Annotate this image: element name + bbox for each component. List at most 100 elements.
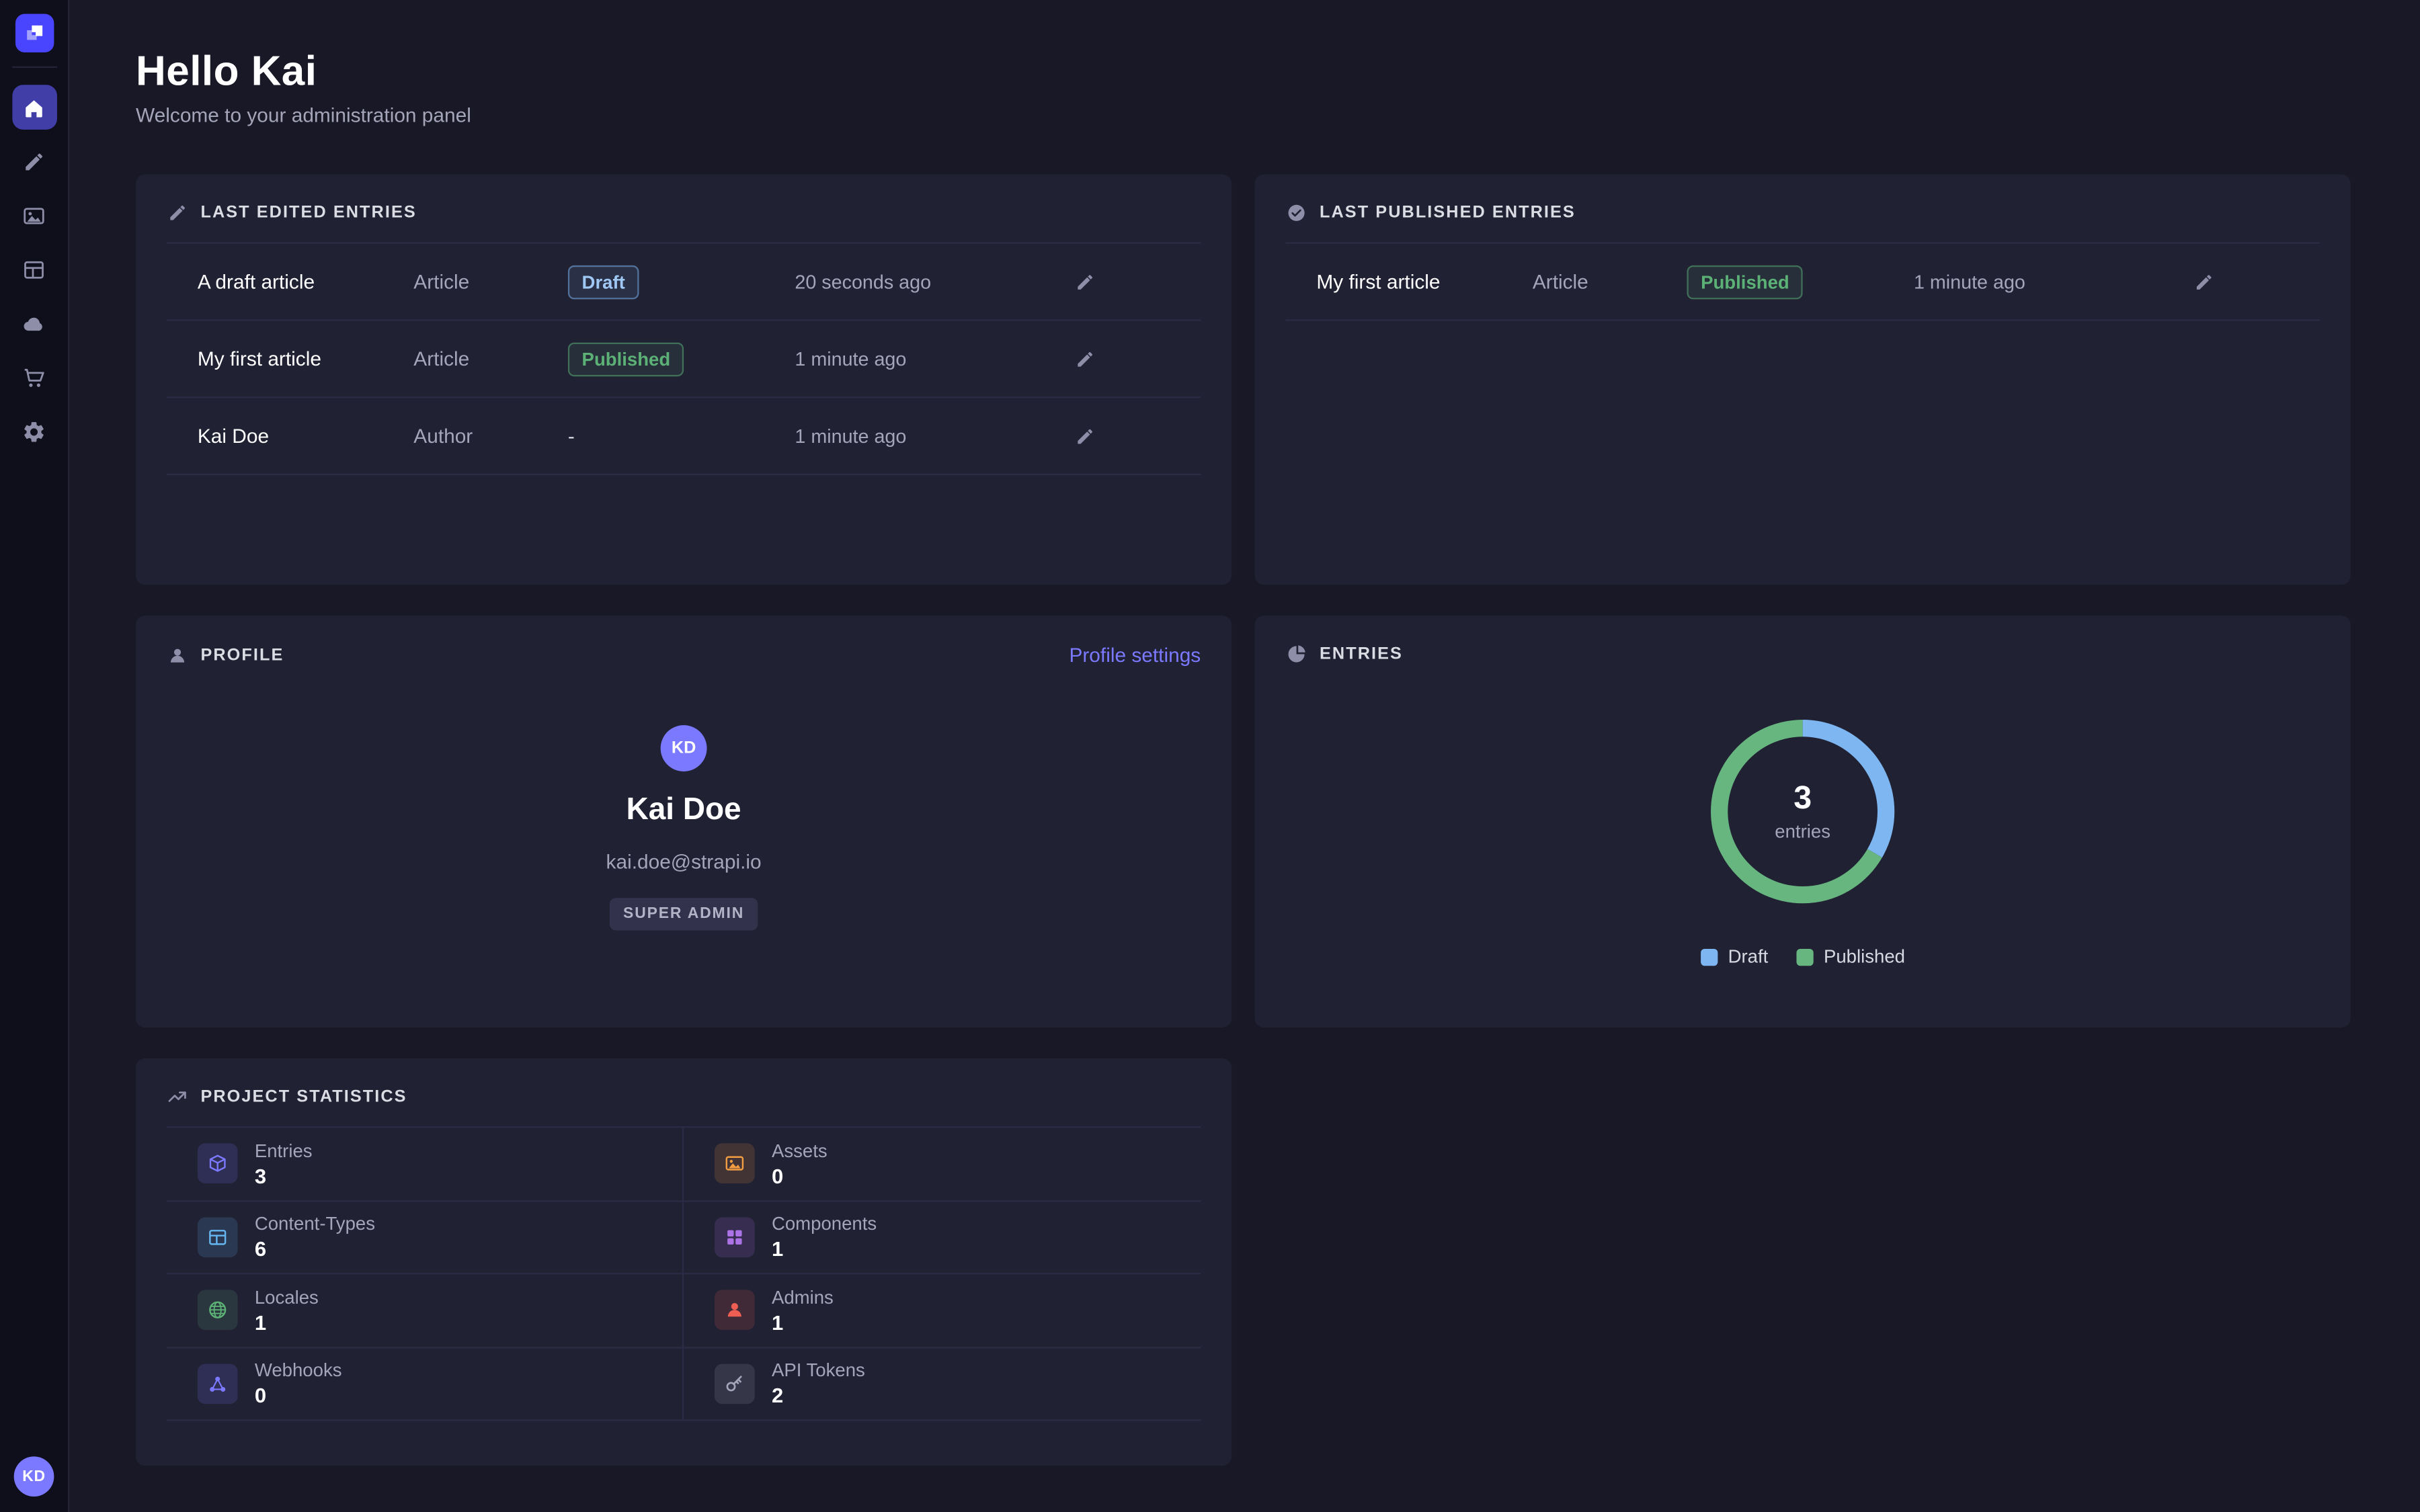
stat-locales: Locales 1 xyxy=(167,1274,684,1347)
home-icon xyxy=(22,95,46,120)
entry-name: Kai Doe xyxy=(198,424,413,447)
media-library-icon xyxy=(22,203,46,228)
main-content: Hello Kai Welcome to your administration… xyxy=(69,0,2420,1512)
strapi-logo-icon xyxy=(22,22,45,44)
status-badge: Published xyxy=(568,342,684,376)
stat-api-tokens: API Tokens 2 xyxy=(684,1347,1201,1421)
entry-time: 1 minute ago xyxy=(1914,271,2181,292)
webhooks-icon xyxy=(198,1363,238,1404)
edit-entry-button[interactable] xyxy=(1062,413,1108,459)
stat-value: 1 xyxy=(772,1238,877,1261)
entries-donut-chart: 3 entries xyxy=(1704,713,1902,911)
panel-entries: ENTRIES 3 entries Draft xyxy=(1255,616,2351,1027)
stat-label: API Tokens xyxy=(772,1359,865,1381)
profile-role-badge: SUPER ADMIN xyxy=(609,898,758,930)
content-types-icon xyxy=(198,1217,238,1257)
entry-time: 1 minute ago xyxy=(795,425,1061,447)
layout-icon xyxy=(22,257,46,282)
stat-label: Locales xyxy=(255,1286,319,1308)
sidebar-user-avatar[interactable]: KD xyxy=(14,1456,54,1497)
legend-label: Draft xyxy=(1728,946,1769,967)
stat-components: Components 1 xyxy=(684,1201,1201,1274)
panel-header: ENTRIES xyxy=(1255,616,2351,683)
entry-type: Article xyxy=(1533,270,1687,293)
pencil-icon xyxy=(1074,425,1096,447)
panel-title: PROJECT STATISTICS xyxy=(200,1088,407,1107)
panel-last-edited-entries: LAST EDITED ENTRIES A draft article Arti… xyxy=(136,174,1232,585)
entry-name: My first article xyxy=(1316,270,1532,293)
user-icon xyxy=(167,644,188,666)
status-badge: Published xyxy=(1687,265,1803,299)
donut-center: 3 entries xyxy=(1704,713,1902,911)
pie-chart-icon xyxy=(1286,643,1307,665)
panel-header: LAST PUBLISHED ENTRIES xyxy=(1255,174,2351,242)
profile-settings-link[interactable]: Profile settings xyxy=(1069,643,1201,666)
legend-swatch-published xyxy=(1796,948,1813,965)
sidebar-item-marketplace[interactable] xyxy=(11,355,56,400)
entries-table: A draft article Article Draft 20 seconds… xyxy=(167,242,1201,475)
edit-entry-button[interactable] xyxy=(1062,335,1108,382)
page-subtitle: Welcome to your administration panel xyxy=(136,105,2351,126)
entry-type: Author xyxy=(413,424,568,447)
sidebar-item-content-type-builder[interactable] xyxy=(11,247,56,292)
profile-avatar: KD xyxy=(661,725,707,771)
entry-type: Article xyxy=(413,270,568,293)
legend-item-published: Published xyxy=(1796,946,1905,967)
sidebar-item-home[interactable] xyxy=(11,85,56,130)
panel-last-published-entries: LAST PUBLISHED ENTRIES My first article … xyxy=(1255,174,2351,585)
edit-entry-button[interactable] xyxy=(2181,259,2227,305)
stat-value: 6 xyxy=(255,1238,375,1261)
app-root: KD Hello Kai Welcome to your administrat… xyxy=(0,0,2420,1512)
entry-time: 1 minute ago xyxy=(795,348,1061,370)
panel-header: PROJECT STATISTICS xyxy=(136,1058,1232,1126)
dashboard-grid: LAST EDITED ENTRIES A draft article Arti… xyxy=(136,174,2351,1466)
panel-header: LAST EDITED ENTRIES xyxy=(136,174,1232,242)
table-row: Kai Doe Author - 1 minute ago xyxy=(167,398,1201,475)
status-badge: Draft xyxy=(568,265,639,299)
pencil-icon xyxy=(1074,271,1096,292)
pencil-icon xyxy=(1074,348,1096,370)
sidebar-item-content-manager[interactable] xyxy=(11,139,56,184)
entries-table: My first article Article Published 1 min… xyxy=(1286,242,2320,321)
entries-count: 3 xyxy=(1793,781,1812,818)
stat-webhooks: Webhooks 0 xyxy=(167,1347,684,1421)
profile-body: KD Kai Doe kai.doe@strapi.io SUPER ADMIN xyxy=(136,725,1232,930)
panel-project-statistics: PROJECT STATISTICS Entries 3 Assets xyxy=(136,1058,1232,1466)
edit-entry-button[interactable] xyxy=(1062,259,1108,305)
panel-title: ENTRIES xyxy=(1320,645,1403,664)
pencil-icon xyxy=(2193,271,2215,292)
pencil-icon xyxy=(167,202,188,224)
entries-icon xyxy=(198,1144,238,1184)
entries-count-label: entries xyxy=(1775,821,1830,842)
stat-label: Assets xyxy=(772,1140,828,1161)
legend-label: Published xyxy=(1824,946,1905,967)
gear-icon xyxy=(22,419,46,444)
panel-header: PROFILE Profile settings xyxy=(136,616,1232,685)
entry-name: My first article xyxy=(198,347,413,370)
stat-admins: Admins 1 xyxy=(684,1274,1201,1347)
api-tokens-icon xyxy=(715,1363,755,1404)
sidebar-item-settings[interactable] xyxy=(11,409,56,454)
sidebar-item-media-library[interactable] xyxy=(11,193,56,238)
table-row: My first article Article Published 1 min… xyxy=(167,321,1201,398)
legend-swatch-draft xyxy=(1700,948,1717,965)
stat-assets: Assets 0 xyxy=(684,1128,1201,1201)
profile-email: kai.doe@strapi.io xyxy=(606,850,762,873)
stat-label: Admins xyxy=(772,1286,834,1308)
locales-icon xyxy=(198,1290,238,1331)
stat-value: 1 xyxy=(255,1311,319,1334)
sidebar-item-cloud[interactable] xyxy=(11,301,56,346)
stat-value: 2 xyxy=(772,1384,865,1407)
profile-name: Kai Doe xyxy=(627,793,741,829)
strapi-logo[interactable] xyxy=(15,14,53,52)
panel-title: LAST PUBLISHED ENTRIES xyxy=(1320,204,1576,222)
sidebar-divider xyxy=(11,67,56,68)
stat-value: 1 xyxy=(772,1311,834,1334)
components-icon xyxy=(715,1217,755,1257)
check-circle-icon xyxy=(1286,202,1307,224)
entry-type: Article xyxy=(413,347,568,370)
page-title: Hello Kai xyxy=(136,51,2351,91)
stat-label: Entries xyxy=(255,1140,313,1161)
stat-content-types: Content-Types 6 xyxy=(167,1201,684,1274)
stat-value: 0 xyxy=(255,1384,342,1407)
